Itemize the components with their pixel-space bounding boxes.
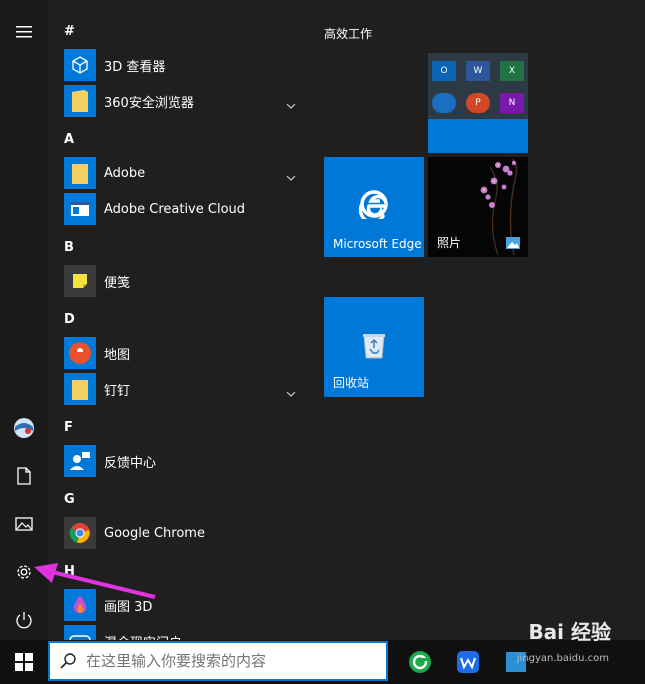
user-avatar-icon[interactable]	[12, 416, 36, 440]
group-header-d[interactable]: D	[64, 312, 75, 327]
window-icon	[64, 193, 96, 225]
start-menu: # 3D 查看器 360安全浏览器 A Adobe Adobe Creative…	[0, 0, 645, 640]
app-label: Google Chrome	[104, 525, 205, 541]
start-rail	[0, 0, 48, 640]
recycle-bin-icon	[363, 334, 385, 359]
chevron-down-icon[interactable]	[286, 94, 296, 113]
start-button[interactable]	[0, 640, 48, 684]
tiles-area: 高效工作 O W X P N Microsoft Edge 照片 回收站	[310, 0, 645, 640]
search-input[interactable]	[84, 651, 378, 671]
powerpoint-icon[interactable]: P	[466, 93, 490, 113]
app-adobe[interactable]: Adobe	[64, 157, 304, 189]
chevron-down-icon[interactable]	[286, 382, 296, 401]
app-list[interactable]: # 3D 查看器 360安全浏览器 A Adobe Adobe Creative…	[48, 0, 310, 640]
app-dingtalk[interactable]: 钉钉	[64, 373, 304, 405]
group-header-f[interactable]: F	[64, 420, 73, 435]
app-label: Adobe	[104, 165, 146, 181]
app-label: Adobe Creative Cloud	[104, 201, 246, 217]
group-header-a[interactable]: A	[64, 132, 74, 147]
app-360-browser[interactable]: 360安全浏览器	[64, 85, 304, 117]
power-icon[interactable]	[12, 608, 36, 632]
folder-icon	[64, 373, 96, 405]
office-apps-tile[interactable]: O W X P N	[428, 53, 528, 153]
outlook-icon[interactable]: O	[432, 61, 456, 81]
watermark-logo: Bai 经验	[528, 620, 611, 644]
group-header-hash[interactable]: #	[64, 24, 75, 39]
app-3d-viewer[interactable]: 3D 查看器	[64, 49, 304, 81]
app-sticky-notes[interactable]: 便笺	[64, 265, 304, 297]
photo-icon	[506, 237, 520, 249]
recycle-bin-tile[interactable]: 回收站	[324, 297, 424, 397]
watermark-url: jingyan.baidu.com	[516, 653, 609, 664]
excel-icon[interactable]: X	[500, 61, 524, 81]
onenote-icon[interactable]: N	[500, 93, 524, 113]
edge-logo-icon	[359, 190, 389, 219]
taskbar-search-box[interactable]	[48, 641, 388, 681]
app-label: 3D 查看器	[104, 59, 166, 75]
chrome-icon	[64, 517, 96, 549]
annotation-arrow	[34, 563, 156, 599]
search-icon	[60, 653, 76, 669]
cube-icon	[64, 49, 96, 81]
folder-icon	[64, 157, 96, 189]
wps-taskbar-icon[interactable]	[452, 646, 484, 678]
headset-icon	[64, 625, 96, 640]
chevron-down-icon[interactable]	[286, 166, 296, 185]
app-mixed-reality-portal[interactable]: 混合现实门户	[64, 625, 304, 640]
microsoft-edge-tile[interactable]: Microsoft Edge	[324, 157, 424, 257]
group-header-g[interactable]: G	[64, 492, 75, 507]
folder-icon	[64, 85, 96, 117]
app-feedback-hub[interactable]: 反馈中心	[64, 445, 304, 477]
map-pin-icon	[64, 337, 96, 369]
hamburger-menu-icon[interactable]	[12, 20, 36, 44]
tile-group-title[interactable]: 高效工作	[324, 25, 372, 42]
feedback-person-icon	[64, 445, 96, 477]
group-header-b[interactable]: B	[64, 240, 74, 255]
app-label: 混合现实门户	[104, 632, 182, 641]
app-label: 便笺	[104, 275, 131, 291]
word-icon[interactable]: W	[466, 61, 490, 81]
app-label: 钉钉	[104, 383, 131, 399]
tile-label: 回收站	[333, 376, 370, 390]
app-label: 地图	[104, 347, 131, 363]
app-maps[interactable]: 地图	[64, 337, 304, 369]
tile-label: Microsoft Edge	[333, 237, 422, 251]
app-adobe-creative-cloud[interactable]: Adobe Creative Cloud	[64, 193, 304, 225]
windows-logo-icon	[15, 653, 33, 671]
app-google-chrome[interactable]: Google Chrome	[64, 517, 304, 549]
app-label: 360安全浏览器	[104, 95, 194, 111]
photos-tile[interactable]: 照片	[428, 157, 528, 257]
app-label: 反馈中心	[104, 455, 157, 471]
browser-360-taskbar-icon[interactable]	[404, 646, 436, 678]
tile-label: 照片	[437, 236, 462, 250]
sticky-note-icon	[64, 265, 96, 297]
onedrive-icon[interactable]	[432, 93, 456, 113]
pictures-icon[interactable]	[12, 512, 36, 536]
documents-icon[interactable]	[12, 464, 36, 488]
